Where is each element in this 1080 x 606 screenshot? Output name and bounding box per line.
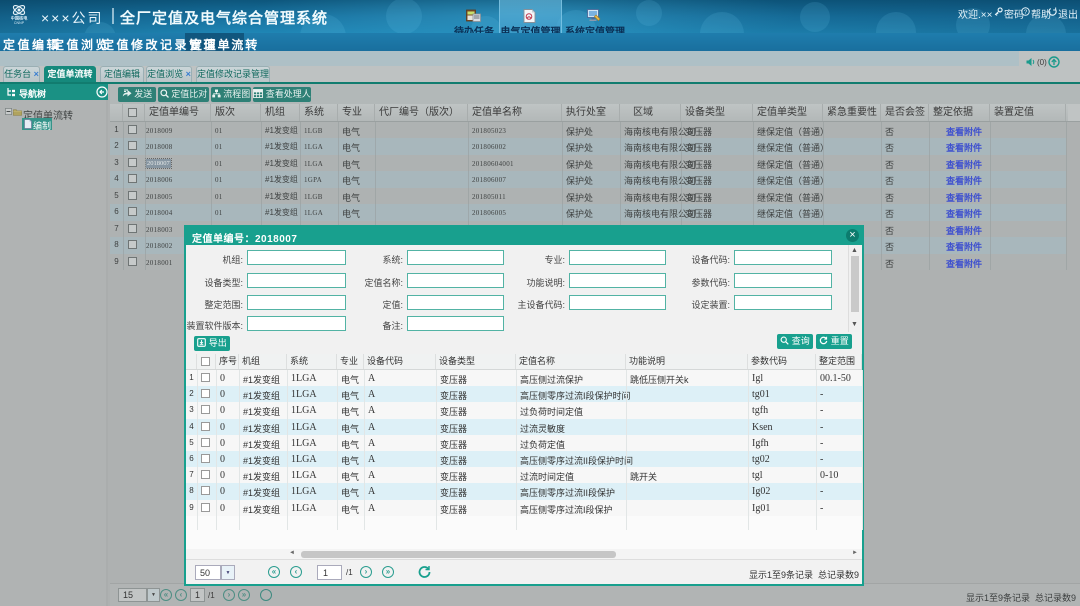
svg-text:CNNP: CNNP: [14, 21, 25, 25]
svg-text:?: ?: [1024, 9, 1028, 16]
